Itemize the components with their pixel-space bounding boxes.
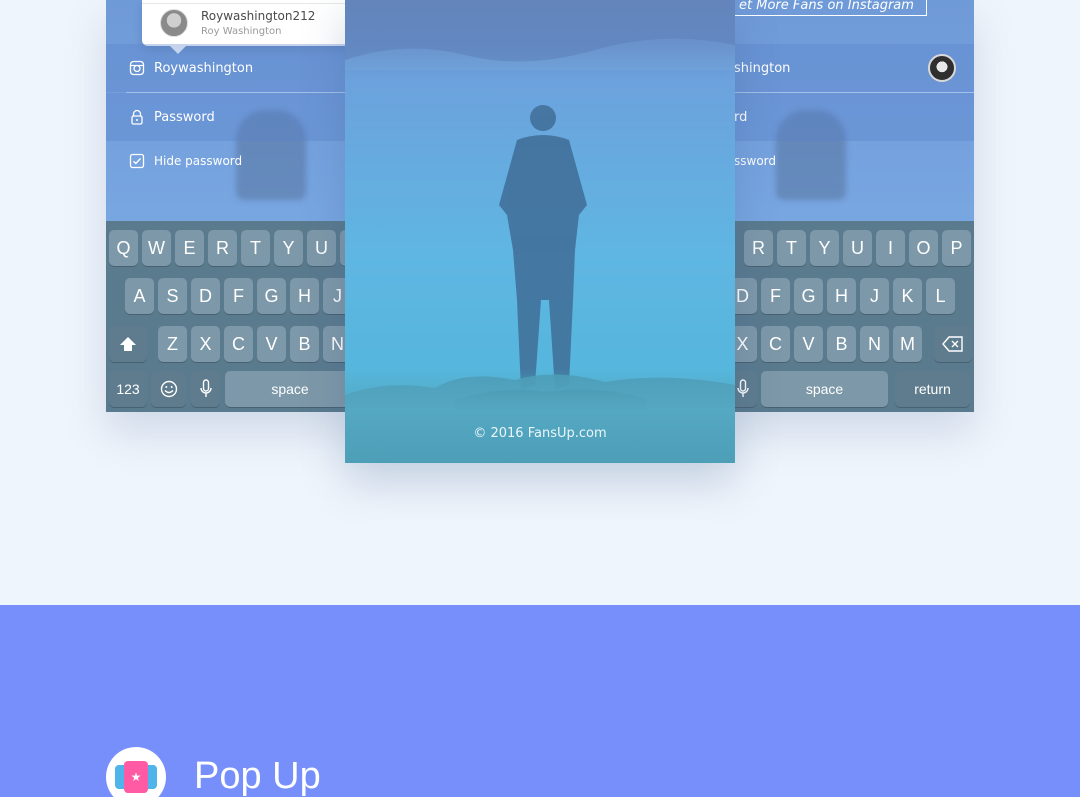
key-g[interactable]: G (794, 278, 823, 314)
backspace-icon (942, 336, 963, 352)
key-q[interactable]: Q (109, 230, 138, 266)
password-placeholder: Password (154, 109, 215, 125)
key-m[interactable]: M (893, 326, 922, 362)
username-suggestion-popup[interactable]: Roywashington212 Roy Washington (142, 0, 352, 54)
username-field[interactable]: Roywashington (106, 44, 366, 92)
password-placeholder: rd (734, 109, 748, 125)
checkbox-checked-icon[interactable] (128, 152, 146, 170)
right-keyboard: R T Y U I O P D F G H J K L X C V B N M … (714, 221, 974, 412)
microphone-icon (199, 379, 212, 397)
username-value: shington (734, 60, 791, 76)
profile-avatar (928, 54, 956, 82)
instagram-icon (128, 59, 146, 77)
numbers-key[interactable]: 123 (109, 371, 147, 407)
shift-arrow-icon (120, 337, 136, 351)
password-field[interactable]: rd (714, 93, 974, 141)
emoji-icon (160, 380, 177, 398)
key-w[interactable]: W (142, 230, 171, 266)
key-y[interactable]: Y (810, 230, 839, 266)
key-h[interactable]: H (827, 278, 856, 314)
key-s[interactable]: S (158, 278, 187, 314)
key-o[interactable]: O (909, 230, 938, 266)
key-c[interactable]: C (761, 326, 790, 362)
key-v[interactable]: V (794, 326, 823, 362)
shift-key[interactable] (109, 326, 147, 362)
key-l[interactable]: L (926, 278, 955, 314)
password-field[interactable]: Password (106, 93, 366, 141)
key-c[interactable]: C (224, 326, 253, 362)
key-b[interactable]: B (290, 326, 319, 362)
key-u[interactable]: U (843, 230, 872, 266)
key-k[interactable]: K (893, 278, 922, 314)
microphone-icon (736, 379, 749, 397)
key-y[interactable]: Y (274, 230, 303, 266)
hide-password-label: ssword (734, 154, 776, 168)
rock-foreground (345, 368, 735, 463)
key-g[interactable]: G (257, 278, 286, 314)
key-a[interactable]: A (125, 278, 154, 314)
backspace-key[interactable] (934, 326, 972, 362)
username-value: Roywashington (154, 60, 254, 76)
left-keyboard: Q W E R T Y U A S D F G H J Z X C V B N … (106, 221, 366, 412)
space-key[interactable]: space (225, 371, 355, 407)
space-key[interactable]: space (761, 371, 888, 407)
key-t[interactable]: T (777, 230, 806, 266)
key-x[interactable]: X (191, 326, 220, 362)
suggestion-username: Roywashington212 (201, 9, 316, 23)
left-login-screen: Roywashington212 Roy Washington Roywashi… (106, 0, 366, 412)
hide-password-toggle[interactable]: Hide password (106, 137, 366, 185)
hide-password-toggle[interactable]: ssword (714, 137, 974, 185)
right-login-screen: et More Fans on Instagram shington rd ss… (714, 0, 974, 412)
lock-icon (128, 108, 146, 126)
suggestion-avatar (160, 9, 188, 37)
key-f[interactable]: F (761, 278, 790, 314)
key-r[interactable]: R (744, 230, 773, 266)
key-n[interactable]: N (860, 326, 889, 362)
popup-section: ★ Pop Up (0, 605, 1080, 797)
get-more-fans-button[interactable]: et More Fans on Instagram (726, 0, 927, 16)
copyright-text: © 2016 FansUp.com (473, 426, 607, 441)
key-d[interactable]: D (191, 278, 220, 314)
suggestion-divider (142, 3, 352, 4)
emoji-key[interactable] (151, 371, 186, 407)
return-key[interactable]: return (895, 371, 970, 407)
star-card-icon: ★ (124, 761, 148, 793)
key-e[interactable]: E (175, 230, 204, 266)
key-z[interactable]: Z (158, 326, 187, 362)
key-h[interactable]: H (290, 278, 319, 314)
section-title: Pop Up (194, 755, 321, 797)
suggestion-full-name: Roy Washington (201, 26, 282, 37)
key-r[interactable]: R (208, 230, 237, 266)
hide-password-label: Hide password (154, 154, 243, 168)
key-f[interactable]: F (224, 278, 253, 314)
key-j[interactable]: J (860, 278, 889, 314)
key-p[interactable]: P (942, 230, 971, 266)
key-i[interactable]: I (876, 230, 905, 266)
popup-cards-icon: ★ (106, 747, 166, 797)
splash-screen-card: © 2016 FansUp.com (345, 0, 735, 463)
key-u[interactable]: U (307, 230, 336, 266)
key-b[interactable]: B (827, 326, 856, 362)
key-t[interactable]: T (241, 230, 270, 266)
dictation-key[interactable] (191, 371, 220, 407)
key-v[interactable]: V (257, 326, 286, 362)
